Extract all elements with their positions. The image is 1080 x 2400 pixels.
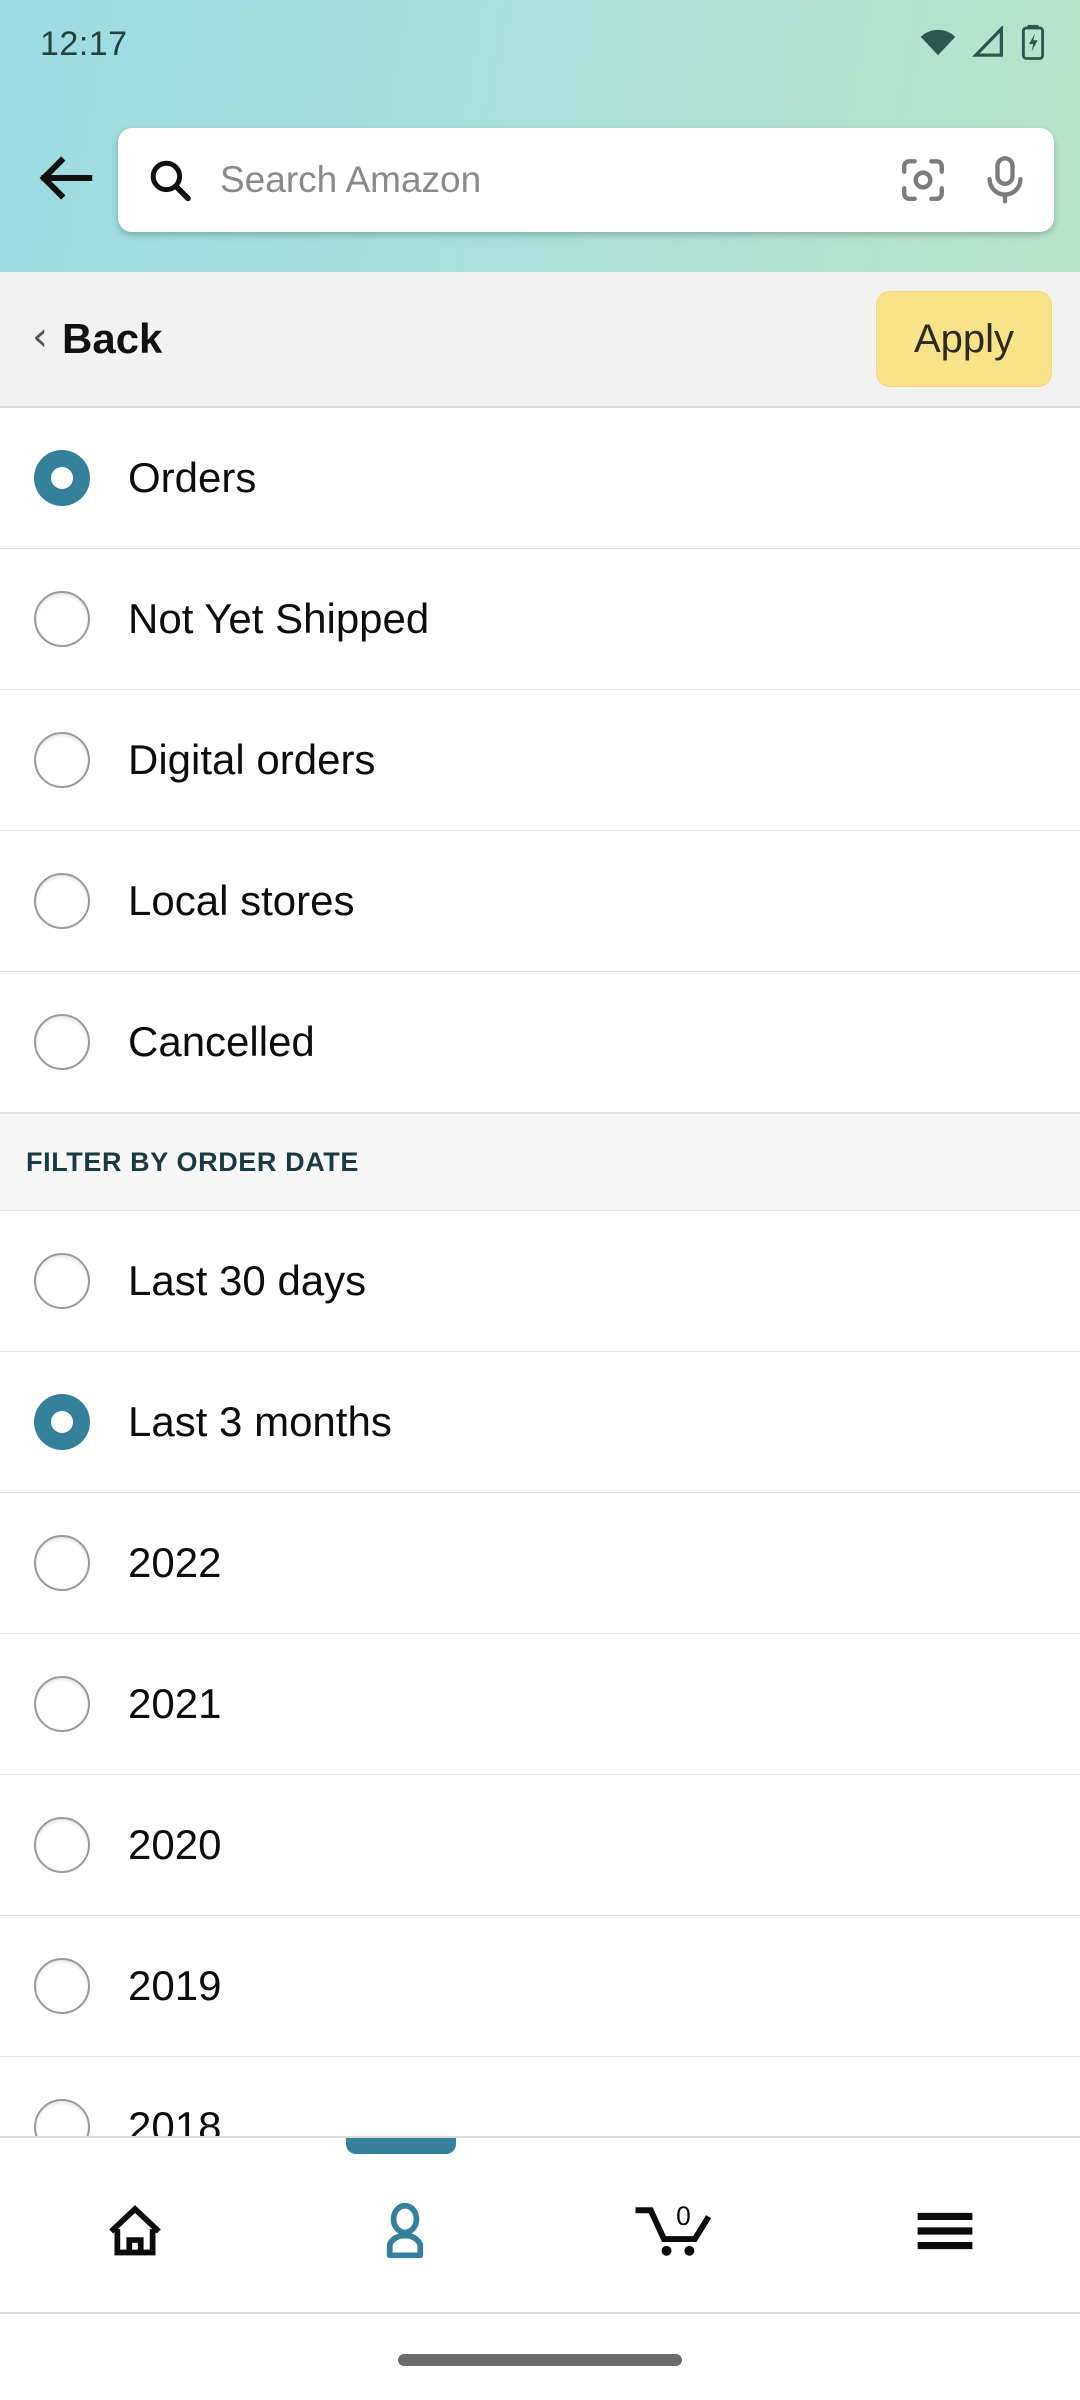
filter-option-orders[interactable]: Orders: [0, 408, 1080, 549]
system-gesture-bar: [398, 2354, 682, 2366]
filter-option-cancelled[interactable]: Cancelled: [0, 972, 1080, 1113]
filter-option-last-30-days[interactable]: Last 30 days: [0, 1211, 1080, 1352]
filter-toolbar: ‹ Back Apply: [0, 272, 1080, 408]
filter-option-label: 2022: [128, 1539, 222, 1586]
filter-back-label: Back: [62, 315, 163, 362]
wifi-icon: [918, 26, 958, 62]
header-back-button[interactable]: [18, 132, 114, 228]
status-bar-clock: 12:17: [40, 24, 128, 63]
filter-option-2019[interactable]: 2019: [0, 1916, 1080, 2057]
filter-option-label: Digital orders: [128, 736, 376, 783]
nav-divider: [0, 2136, 1080, 2138]
radio-button[interactable]: [34, 591, 90, 647]
arrow-left-icon: [37, 154, 95, 206]
filter-option-label: Not Yet Shipped: [128, 595, 430, 642]
filter-option-2021[interactable]: 2021: [0, 1634, 1080, 1775]
filter-option-label: 2021: [128, 1680, 222, 1727]
status-bar: 12:17: [0, 0, 1080, 88]
microphone-icon[interactable]: [982, 155, 1028, 205]
radio-button[interactable]: [34, 1817, 90, 1873]
filter-option-label: Orders: [128, 454, 257, 501]
radio-button[interactable]: [34, 1676, 90, 1732]
radio-button[interactable]: [34, 873, 90, 929]
filter-back-button[interactable]: ‹ Back: [32, 315, 162, 363]
filter-by-order-date-header: FILTER BY ORDER DATE: [0, 1113, 1080, 1211]
radio-button-selected[interactable]: [34, 1394, 90, 1450]
filter-option-label: Cancelled: [128, 1018, 315, 1065]
nav-item-menu[interactable]: [810, 2153, 1080, 2313]
filter-option-label: 2019: [128, 1962, 222, 2009]
radio-button[interactable]: [34, 1014, 90, 1070]
apply-button[interactable]: Apply: [876, 291, 1052, 387]
filter-option-label: Last 30 days: [128, 1257, 367, 1304]
cart-icon: 0: [632, 2198, 718, 2268]
radio-button[interactable]: [34, 1535, 90, 1591]
cart-badge-count: 0: [676, 2201, 691, 2231]
filter-option-2020[interactable]: 2020: [0, 1775, 1080, 1916]
hamburger-menu-icon: [914, 2206, 976, 2260]
chevron-left-icon: ‹: [32, 314, 48, 360]
filter-option-digital-orders[interactable]: Digital orders: [0, 690, 1080, 831]
search-bar[interactable]: Search Amazon: [118, 128, 1054, 232]
filter-option-last-3-months[interactable]: Last 3 months: [0, 1352, 1080, 1493]
home-icon: [104, 2200, 166, 2266]
bottom-nav-bar: 0: [0, 2154, 1080, 2314]
section-header-label: FILTER BY ORDER DATE: [26, 1146, 360, 1177]
nav-item-home[interactable]: [0, 2153, 270, 2313]
app-header: 12:17 Search Amazon: [0, 0, 1080, 272]
filter-option-local-stores[interactable]: Local stores: [0, 831, 1080, 972]
filter-option-not-yet-shipped[interactable]: Not Yet Shipped: [0, 549, 1080, 690]
filter-option-label: Local stores: [128, 877, 355, 924]
filter-option-label: Last 3 months: [128, 1398, 392, 1445]
nav-item-account[interactable]: [270, 2153, 540, 2313]
battery-charging-icon: [1020, 24, 1046, 64]
search-input[interactable]: Search Amazon: [220, 159, 898, 201]
filter-option-label: 2020: [128, 1821, 222, 1868]
filter-option-2022[interactable]: 2022: [0, 1493, 1080, 1634]
person-icon: [374, 2200, 436, 2266]
active-tab-indicator: [346, 2138, 456, 2154]
radio-button[interactable]: [34, 1253, 90, 1309]
radio-button-selected[interactable]: [34, 450, 90, 506]
radio-button[interactable]: [34, 732, 90, 788]
nav-item-cart[interactable]: 0: [540, 2153, 810, 2313]
status-bar-icons: [918, 24, 1046, 64]
camera-scan-icon[interactable]: [898, 155, 948, 205]
filter-options-list: Orders Not Yet Shipped Digital orders Lo…: [0, 408, 1080, 2198]
radio-button[interactable]: [34, 1958, 90, 2014]
bottom-navigation: 0: [0, 2136, 1080, 2400]
apply-button-label: Apply: [913, 316, 1015, 361]
search-header-row: Search Amazon: [0, 88, 1080, 272]
cellular-signal-icon: [972, 24, 1006, 62]
magnifier-icon: [146, 156, 194, 204]
